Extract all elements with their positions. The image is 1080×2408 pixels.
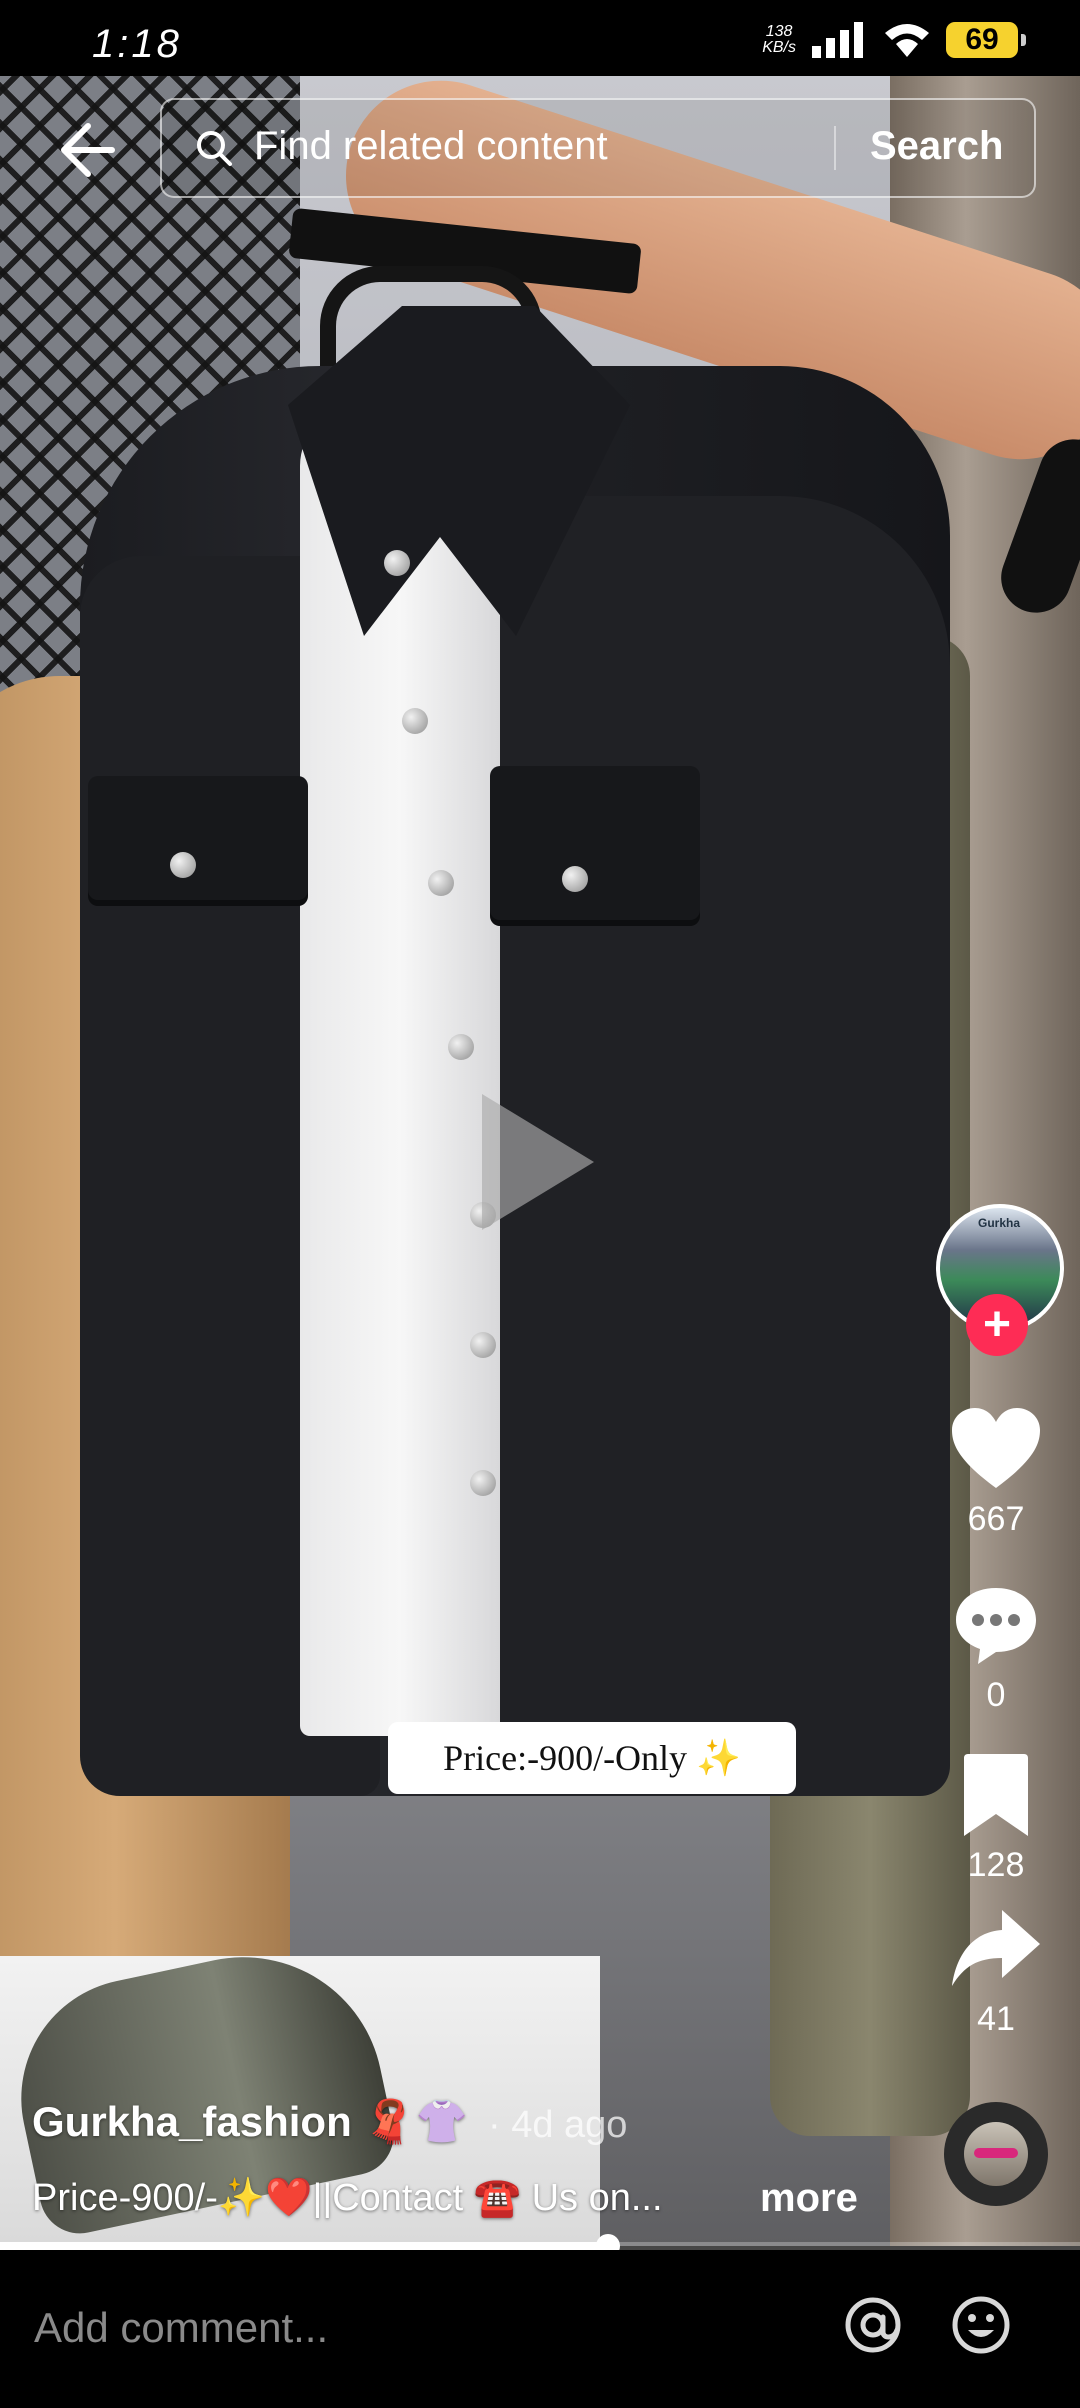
follow-button[interactable]: + (966, 1294, 1028, 1356)
search-divider (834, 126, 836, 170)
status-icons: 138 KB/s 69 (762, 20, 1026, 60)
status-time: 1:18 (92, 22, 182, 66)
video-progress-bar[interactable] (0, 2234, 1080, 2258)
jacket-button (402, 708, 428, 734)
pocket-button (170, 852, 196, 878)
search-button[interactable]: Search (870, 124, 1003, 169)
post-time: · 4d ago (488, 2104, 628, 2146)
music-disc[interactable] (944, 2102, 1048, 2206)
music-cover (964, 2122, 1028, 2186)
right-pocket (490, 766, 700, 926)
battery-indicator: 69 (946, 22, 1026, 58)
at-icon[interactable] (842, 2294, 904, 2356)
wifi-icon (885, 24, 929, 57)
like-count: 667 (967, 1500, 1025, 1538)
network-speed: 138 KB/s (762, 24, 796, 56)
jacket-button (384, 550, 410, 576)
pocket-button (562, 866, 588, 892)
caption-text: Price-900/-✨❤️||Contact ☎️ Us on... (32, 2177, 663, 2219)
username-text[interactable]: Gurkha_fashion (32, 2098, 352, 2145)
share-icon[interactable] (948, 1904, 1044, 1996)
heart-icon[interactable] (948, 1404, 1044, 1496)
comment-icon[interactable] (948, 1580, 1044, 1672)
save-action[interactable]: 128 (948, 1750, 1044, 1885)
play-icon[interactable] (482, 1094, 594, 1230)
save-count: 128 (967, 1846, 1025, 1884)
status-bar: 1:18 138 KB/s 69 (0, 0, 1080, 76)
username-emoji: 🧣👚 (363, 2098, 469, 2145)
price-sticker: Price:-900/-Only ✨ (388, 1722, 796, 1794)
add-comment-input[interactable]: Add comment... (34, 2304, 328, 2352)
like-action[interactable]: 667 (948, 1404, 1044, 1539)
share-count: 41 (977, 2000, 1015, 2038)
comment-count: 0 (986, 1676, 1006, 1714)
share-action[interactable]: 41 (948, 1904, 1044, 2039)
search-input[interactable]: Find related content (254, 124, 608, 169)
comment-action[interactable]: 0 (948, 1580, 1044, 1715)
jacket-button (448, 1034, 474, 1060)
avatar-store-label: Gurkha (978, 1216, 1021, 1230)
jacket-button (470, 1470, 496, 1496)
search-bar[interactable]: Find related content Search (160, 98, 1036, 198)
progress-fill (0, 2242, 609, 2250)
emoji-icon[interactable] (950, 2294, 1012, 2356)
jacket-button (470, 1332, 496, 1358)
caption-more-button[interactable]: more (760, 2176, 858, 2221)
back-arrow-icon[interactable] (54, 118, 118, 182)
network-speed-value: 138 (765, 23, 793, 40)
bookmark-icon[interactable] (948, 1750, 1044, 1842)
white-tshirt (300, 406, 500, 1736)
jacket-button (428, 870, 454, 896)
search-icon (197, 131, 232, 166)
network-speed-unit: KB/s (762, 39, 796, 56)
left-pocket (88, 776, 308, 906)
signal-icon (812, 22, 863, 58)
comment-bar: Add comment... (0, 2250, 1080, 2408)
creator-username[interactable]: Gurkha_fashion 🧣👚 (32, 2098, 468, 2147)
